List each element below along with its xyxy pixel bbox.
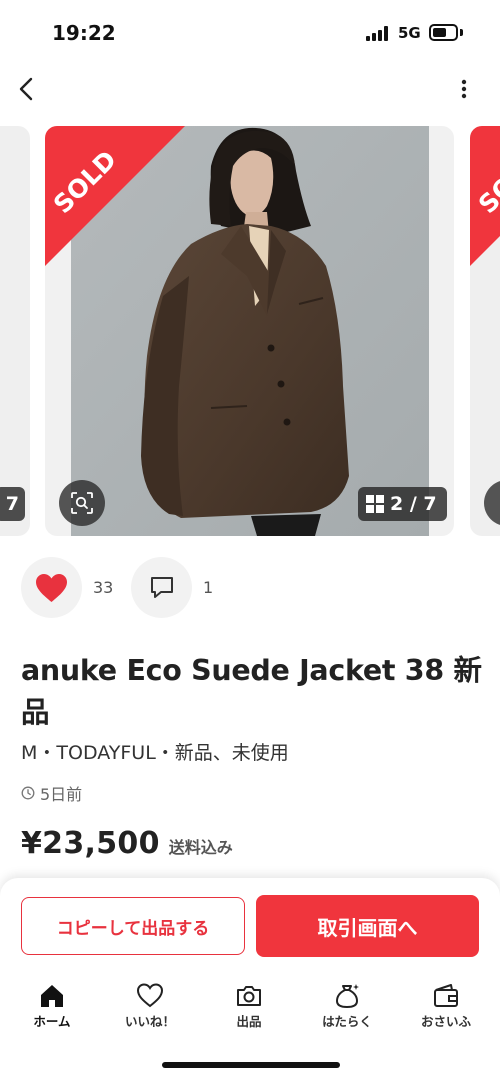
- next-image-search-button[interactable]: [484, 480, 500, 526]
- product-meta[interactable]: M・TODAYFUL・新品、未使用: [21, 738, 289, 765]
- comment-count: 1: [203, 578, 214, 597]
- more-vertical-icon: [461, 79, 467, 99]
- page-indicator-text: 2 / 7: [390, 493, 437, 515]
- home-icon: [41, 985, 63, 1007]
- like-button[interactable]: [21, 557, 82, 618]
- tab-likes-label: いいね！: [124, 1014, 175, 1029]
- heart-icon: [36, 574, 67, 602]
- battery-tip: [460, 29, 463, 36]
- camera-icon: [237, 986, 261, 1006]
- tab-sell-label: 出品: [236, 1014, 262, 1029]
- main-product-image[interactable]: SOLD 2 / 7: [45, 126, 454, 536]
- heart-outline-icon: [136, 983, 164, 1008]
- grid-icon: [366, 495, 384, 513]
- tab-wallet-label: おさいふ: [420, 1014, 471, 1029]
- price-row: ¥23,500 送料込み: [21, 826, 233, 861]
- battery-icon: [429, 24, 458, 41]
- image-page-counter[interactable]: 2 / 7: [358, 487, 447, 521]
- previous-page-counter: 7: [0, 487, 25, 521]
- scan-search-icon: [71, 492, 93, 514]
- shipping-label: 送料込み: [168, 838, 233, 857]
- post-time-text: 5日前: [40, 785, 83, 804]
- tab-work-label: はたらく: [322, 1014, 372, 1029]
- tab-wallet[interactable]: おさいふ: [406, 976, 486, 1036]
- sold-ribbon: SOLD: [45, 126, 185, 266]
- status-time: 19:22: [52, 21, 116, 45]
- next-sold-ribbon: SOLD: [470, 126, 500, 266]
- previous-image-card[interactable]: 7: [0, 126, 30, 536]
- like-count: 33: [93, 578, 114, 597]
- tab-bar: ホーム いいね！ 出品 はたらく おさいふ: [0, 976, 500, 1036]
- next-image-card[interactable]: SOLD: [470, 126, 500, 536]
- more-menu-button[interactable]: [452, 76, 476, 104]
- image-carousel[interactable]: 7 SOLD 2 / 7: [0, 126, 500, 536]
- back-button[interactable]: [12, 72, 44, 106]
- home-indicator[interactable]: [162, 1062, 340, 1068]
- signal-icon: [366, 26, 390, 41]
- clock-icon: [21, 786, 35, 800]
- status-bar: 19:22 5G: [0, 0, 500, 62]
- comment-icon: [151, 577, 173, 598]
- tab-likes[interactable]: いいね！: [110, 976, 190, 1036]
- tab-sell[interactable]: 出品: [209, 976, 289, 1036]
- money-bag-icon: [335, 984, 359, 1009]
- chevron-left-icon: [19, 77, 33, 101]
- network-label: 5G: [398, 24, 421, 42]
- tab-home-label: ホーム: [33, 1014, 71, 1029]
- comment-button[interactable]: [131, 557, 192, 618]
- post-time: 5日前: [21, 781, 82, 805]
- bottom-action-sheet: コピーして出品する 取引画面へ ホーム いいね！ 出品 はたらく おさいふ: [0, 878, 500, 1080]
- trade-screen-button[interactable]: 取引画面へ: [256, 895, 479, 957]
- price-value: ¥23,500: [21, 826, 160, 861]
- image-search-button[interactable]: [59, 480, 105, 526]
- copy-listing-button[interactable]: コピーして出品する: [21, 897, 245, 955]
- product-title: anuke Eco Suede Jacket 38 新品: [21, 654, 482, 729]
- tab-home[interactable]: ホーム: [12, 976, 92, 1036]
- wallet-icon: [434, 984, 458, 1007]
- tab-work[interactable]: はたらく: [307, 976, 387, 1036]
